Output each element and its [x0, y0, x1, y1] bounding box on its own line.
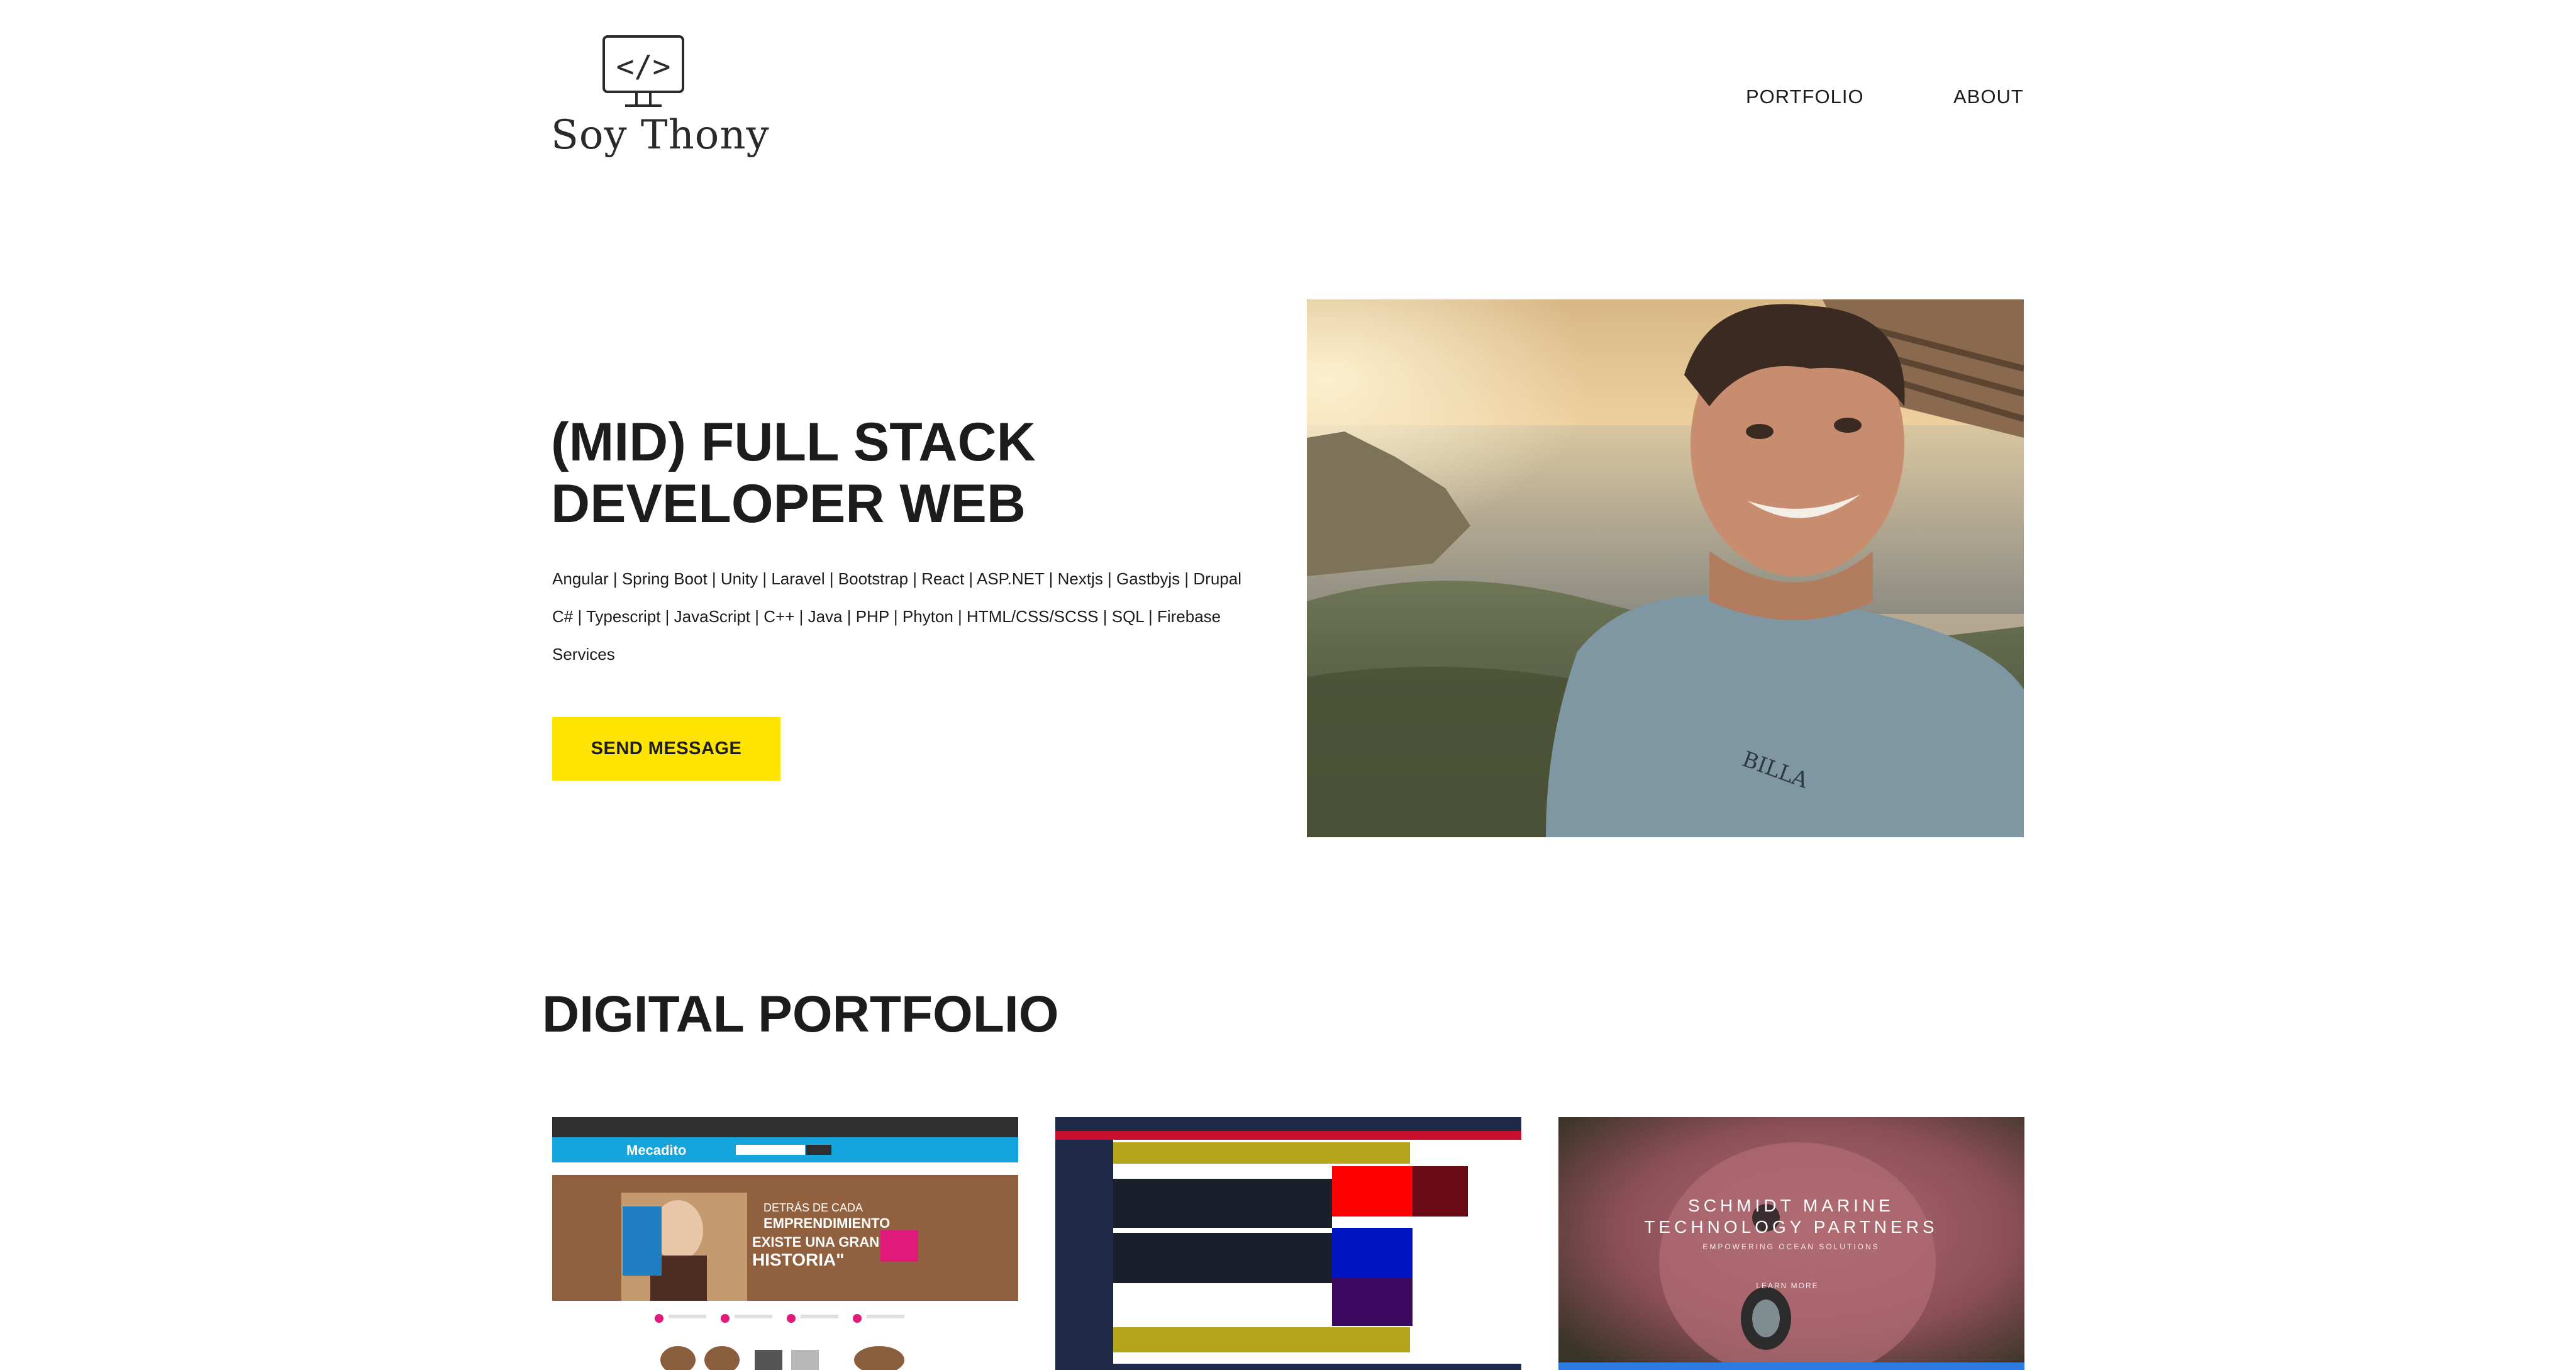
- site-logo[interactable]: </> Soy Thony: [551, 31, 769, 164]
- portfolio-card-mecadito[interactable]: Mecadito DETRÁS DE CADA EMPRENDIMIENTO E…: [552, 1117, 1018, 1370]
- schmidt-headline-2: TECHNOLOGY PARTNERS: [1644, 1217, 1938, 1237]
- schmidt-headline-1: SCHMIDT MARINE: [1688, 1196, 1894, 1215]
- code-monitor-icon: </>: [602, 35, 684, 107]
- site-header: </> Soy Thony PORTFOLIO ABOUT: [0, 0, 2576, 189]
- nav-about-link[interactable]: ABOUT: [1953, 86, 2024, 108]
- portfolio-card-schedule-table[interactable]: [1055, 1117, 1521, 1370]
- send-message-button[interactable]: SEND MESSAGE: [552, 717, 780, 781]
- hero-title: (MID) FULL STACK DEVELOPER WEB: [551, 411, 1243, 535]
- skills-line-1: Angular | Spring Boot | Unity | Laravel …: [552, 569, 1241, 588]
- mecadito-headline-3: EXISTE UNA GRAN: [752, 1234, 879, 1250]
- mecadito-headline-1: DETRÁS DE CADA: [763, 1201, 863, 1214]
- hero-portrait-photo: BILLA: [1307, 299, 2024, 837]
- logo-glyph: </>: [616, 49, 671, 84]
- logo-text: Soy Thony: [551, 112, 770, 159]
- skills-line-2: C# | Typescript | JavaScript | C++ | Jav…: [552, 607, 1221, 626]
- skills-line-3: Services: [552, 645, 615, 664]
- hero-title-line-1: (MID) FULL STACK: [551, 412, 1036, 472]
- portfolio-title: DIGITAL PORTFOLIO: [542, 986, 1059, 1043]
- hero-skills: Angular | Spring Boot | Unity | Laravel …: [552, 560, 1269, 673]
- nav-portfolio-link[interactable]: PORTFOLIO: [1746, 86, 1864, 108]
- mecadito-headline-2: EMPRENDIMIENTO: [763, 1215, 890, 1231]
- hero-title-line-2: DEVELOPER WEB: [551, 474, 1026, 534]
- mecadito-brand: Mecadito: [626, 1142, 686, 1158]
- portfolio-card-schmidt-marine[interactable]: SCHMIDT MARINE TECHNOLOGY PARTNERS EMPOW…: [1558, 1117, 2024, 1370]
- schmidt-cta: LEARN MORE: [1756, 1281, 1818, 1290]
- mecadito-headline-4: HISTORIA": [752, 1250, 845, 1269]
- schmidt-tagline: EMPOWERING OCEAN SOLUTIONS: [1702, 1242, 1879, 1251]
